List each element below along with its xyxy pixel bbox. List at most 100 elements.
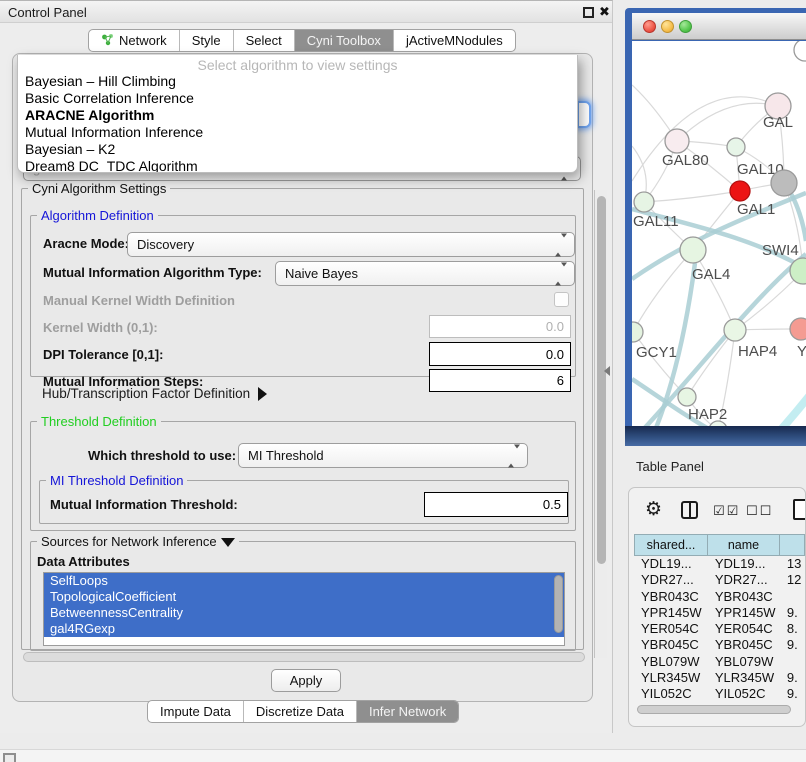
network-node[interactable] [771,170,797,196]
attribute-item[interactable]: TopologicalCoefficient [44,589,564,605]
document-icon[interactable] [793,499,806,520]
attribute-item[interactable]: BetweennessCentrality [44,605,564,621]
column-header[interactable] [780,534,805,556]
gear-icon[interactable]: ⚙ [645,498,662,520]
network-edge [687,330,735,397]
tab-jactivemnodules[interactable]: jActiveMNodules [394,30,515,51]
mi-algorithm-type-select[interactable]: Naive Bayes [275,261,575,286]
which-threshold-select[interactable]: MI Threshold [238,443,528,468]
table-cell: YDL19... [708,556,780,572]
table-row[interactable]: YIL052CYIL052C9. [634,686,805,702]
mi-steps-field[interactable]: 6 [429,369,571,392]
table-row[interactable]: YDR27...YDR27...12 [634,572,805,588]
table-row[interactable]: YBL079WYBL079W [634,654,805,670]
network-node-hap2[interactable] [678,388,696,406]
hub-definition-label: Hub/Transcription Factor Definition [42,386,250,401]
tab-network[interactable]: Network [89,30,180,51]
tab-cyni-toolbox[interactable]: Cyni Toolbox [295,30,394,51]
float-window-icon[interactable] [583,7,594,18]
mi-threshold-label: Mutual Information Threshold: [50,497,238,512]
bottom-dock-strip [0,749,806,762]
threshold-definition-group: Threshold Definition Which threshold to … [30,421,576,531]
table-cell: YBR045C [708,637,780,653]
manual-kernel-width-checkbox[interactable] [554,292,569,307]
close-icon[interactable]: ✖ [599,4,610,20]
control-panel-tabbar: Network Style Select Cyni ToolboxjActiveMNo… [88,29,516,52]
tab-select[interactable]: Select [234,30,295,51]
select-all-checkboxes-icon[interactable]: ☑☑ [713,504,740,519]
list-scrollbar[interactable] [554,575,563,633]
algorithm-option[interactable]: ARACNE Algorithm [18,107,577,124]
close-traffic-light-icon[interactable] [643,20,656,33]
table-cell: YDR27... [708,572,780,588]
table-cell: 9. [780,637,805,653]
table-cell: YLR345W [634,670,708,686]
group-title: MI Threshold Definition [46,473,187,488]
aracne-mode-select[interactable]: Discovery [127,232,575,257]
table-hscrollbar[interactable] [637,705,791,714]
column-header[interactable]: name [708,534,780,556]
stepper-arrows-icon [555,266,567,281]
hub-definition-toggle[interactable]: Hub/Transcription Factor Definition [42,386,267,401]
apply-button[interactable]: Apply [271,669,341,692]
table-cell: YBR043C [708,589,780,605]
table-row[interactable]: YDL19...YDL19...13 [634,556,805,572]
mi-threshold-value: 0.5 [543,497,561,512]
network-node-y[interactable] [790,318,806,340]
kernel-width-value: 0.0 [546,319,564,334]
tab-infer-network[interactable]: Infer Network [357,701,458,722]
deselect-all-checkboxes-icon[interactable]: ☐☐ [746,504,773,519]
split-columns-icon[interactable] [681,501,698,519]
dpi-tolerance-label: DPI Tolerance [0,1]: [43,347,163,362]
table-row[interactable]: YBR045CYBR045C9. [634,637,805,653]
mi-threshold-field[interactable]: 0.5 [424,492,568,517]
settings-hscrollbar[interactable] [23,652,585,662]
algorithm-combo-stepper[interactable] [577,101,591,128]
minimize-traffic-light-icon[interactable] [661,20,674,33]
algorithm-option[interactable]: Bayesian – Hill Climbing [18,73,577,90]
sources-title[interactable]: Sources for Network Inference [37,534,239,549]
network-canvas[interactable]: GALGAL80GAL10GAL1GAL11GAL4SWI4GCY1HAP4YH… [632,41,806,426]
column-header[interactable]: shared... [634,534,708,556]
table-cell: YBR045C [634,637,708,653]
algorithm-option[interactable]: Bayesian – K2 [18,141,577,158]
tab-style[interactable]: Style [180,30,234,51]
settings-vscrollbar[interactable] [594,190,607,658]
dpi-tolerance-field[interactable]: 0.0 [429,342,571,366]
tab-discretize-data[interactable]: Discretize Data [244,701,357,722]
tab-label: Select [246,33,282,48]
network-node-gcy1[interactable] [632,322,643,342]
network-node[interactable] [794,41,806,61]
table-header: shared...name [634,534,805,556]
network-node-gal4[interactable] [680,237,706,263]
dock-panel-icon[interactable] [3,753,16,762]
table-row[interactable]: YBR043CYBR043C [634,589,805,605]
table-row[interactable]: YPR145WYPR145W9. [634,605,805,621]
data-attributes-list[interactable]: SelfLoopsTopologicalCoefficientBetweenne… [43,572,565,646]
dpi-tolerance-value: 0.0 [546,347,564,362]
network-node-gal80[interactable] [665,129,689,153]
which-threshold-label: Which threshold to use: [88,448,236,463]
stepper-arrows-icon [508,448,520,463]
scrollbar-thumb[interactable] [597,196,606,564]
table-row[interactable]: YLR345WYLR345W9. [634,670,805,686]
popup-list: Bayesian – Hill ClimbingBasic Correlatio… [18,73,577,173]
table-row[interactable]: YER054CYER054C8. [634,621,805,637]
zoom-traffic-light-icon[interactable] [679,20,692,33]
algorithm-option[interactable]: Mutual Information Inference [18,124,577,141]
network-node-gal11[interactable] [634,192,654,212]
network-node-gal1[interactable] [730,181,750,201]
algorithm-option[interactable]: Basic Correlation Inference [18,90,577,107]
algorithm-popup: Select algorithm to view settings Bayesi… [17,55,578,173]
attribute-item[interactable]: SelfLoops [44,573,564,589]
tab-label: Style [192,33,221,48]
table-cell: YPR145W [708,605,780,621]
network-titlebar[interactable] [632,13,806,40]
algorithm-option[interactable]: Dream8 DC_TDC Algorithm [18,158,577,173]
network-node-hap4[interactable] [724,319,746,341]
kernel-width-field[interactable]: 0.0 [429,315,571,338]
splitter-collapse-icon[interactable] [604,366,610,376]
attribute-item[interactable]: gal4RGexp [44,621,564,637]
network-node-gal10[interactable] [727,138,745,156]
tab-impute-data[interactable]: Impute Data [148,701,244,722]
